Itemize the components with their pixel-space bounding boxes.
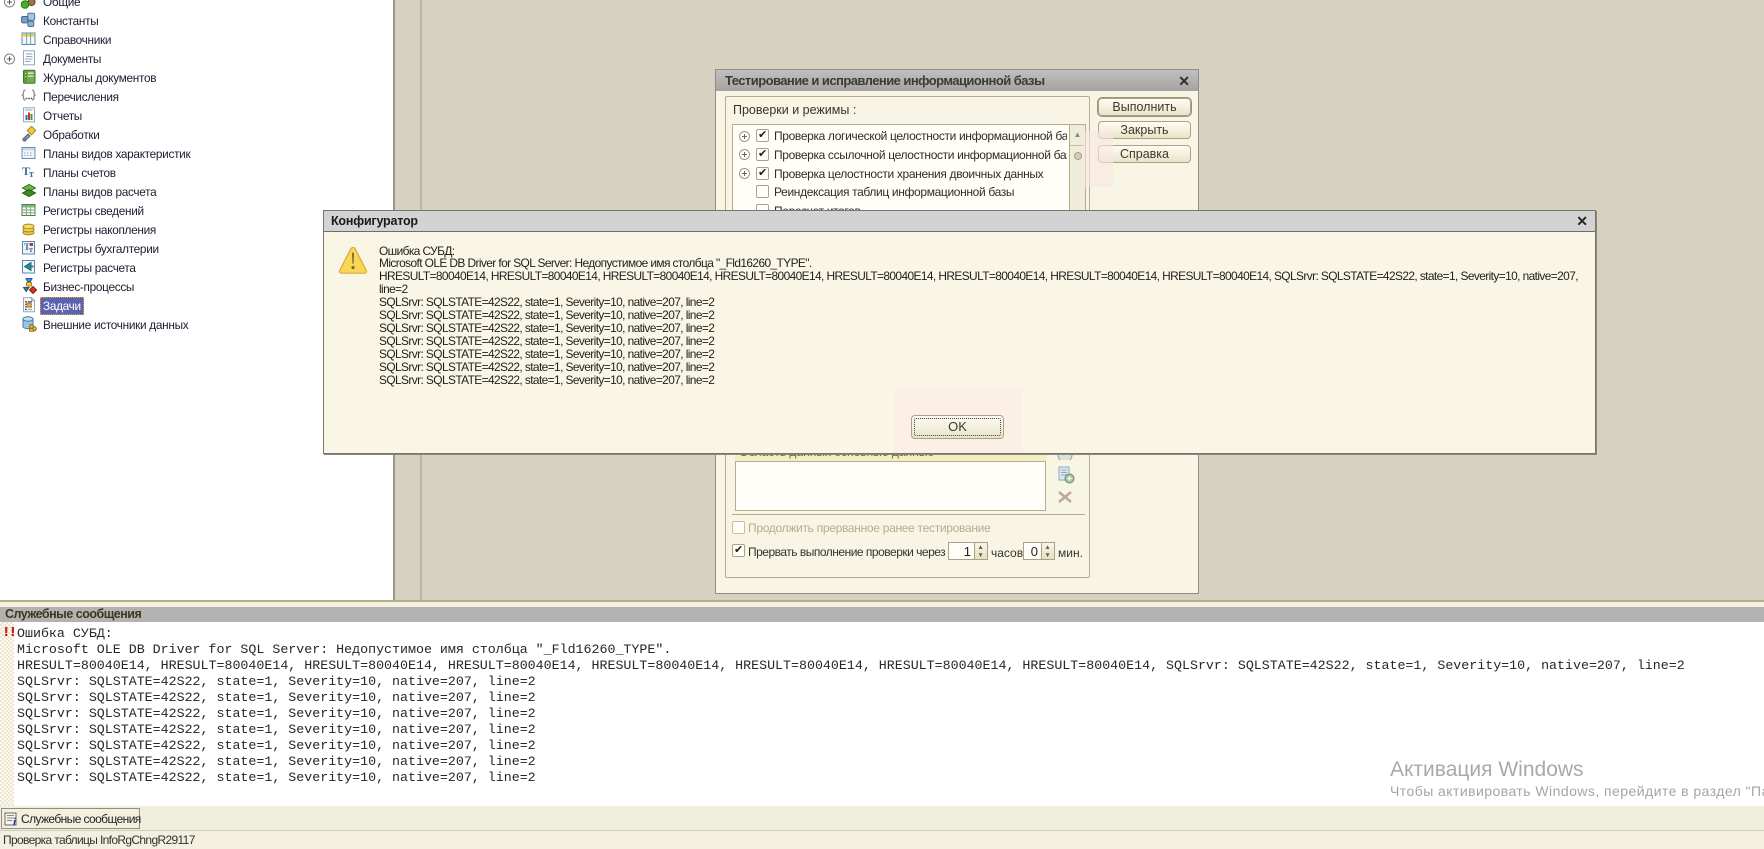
svg-text:т: т [29,245,33,254]
svg-text:т: т [29,169,34,180]
